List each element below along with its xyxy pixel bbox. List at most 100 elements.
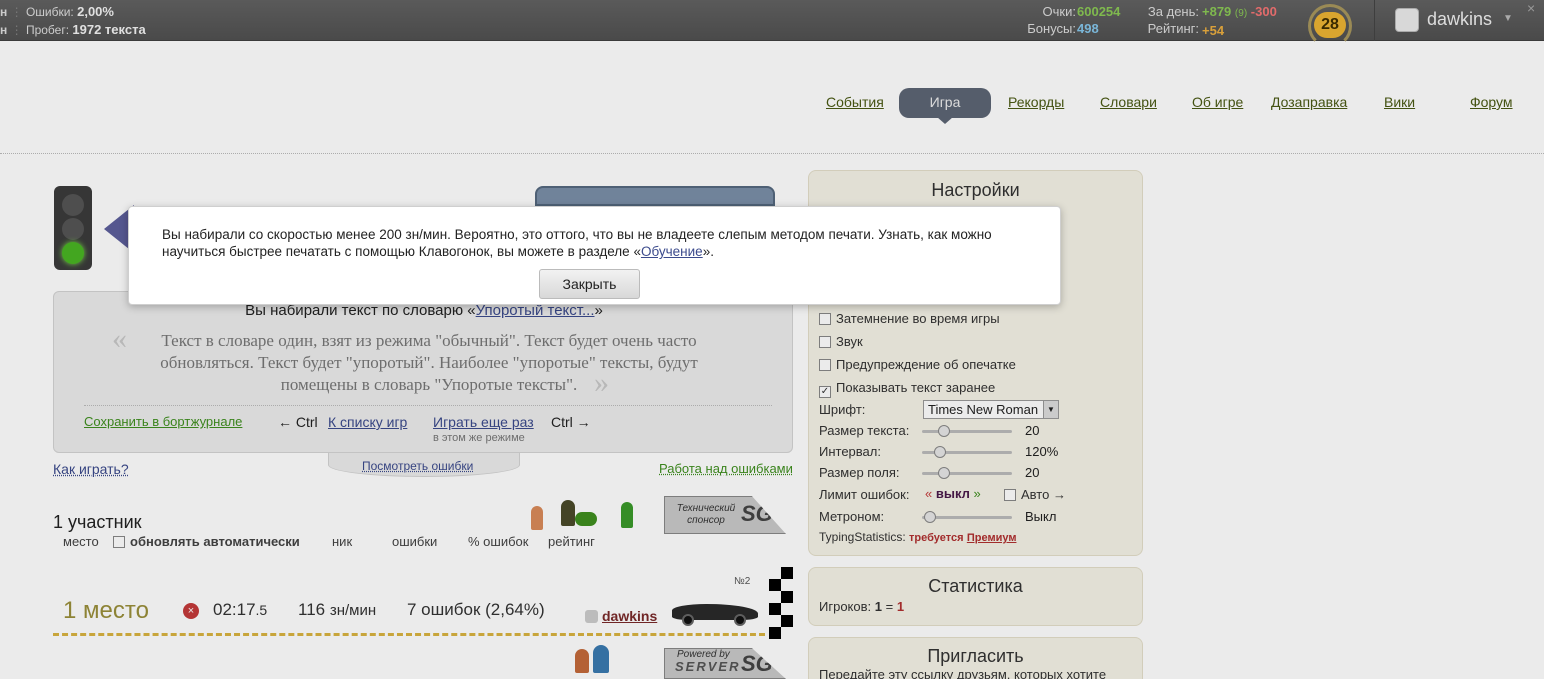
font-select[interactable]: Times New Roman ▼: [923, 400, 1059, 419]
people-icon: [575, 645, 615, 675]
slider-handle[interactable]: [938, 467, 950, 479]
dim-checkbox[interactable]: [819, 313, 831, 325]
dictionary-description: Текст в словаре один, взят из режима "об…: [160, 331, 698, 394]
auto-toggle[interactable]: Авто →: [1004, 487, 1066, 502]
nav-item-dictionaries[interactable]: Словари: [1100, 94, 1157, 110]
mileage-label: Пробег:: [25, 23, 70, 37]
chevron-left-icon[interactable]: «: [925, 486, 932, 501]
chevron-down-icon: ▼: [1503, 13, 1513, 24]
nav-item-wiki[interactable]: Вики: [1384, 94, 1415, 110]
result-errors: 7 ошибок (2,64%): [407, 600, 545, 619]
column-errors: ошибки: [392, 534, 438, 549]
result-speed-unit: зн/мин: [329, 602, 377, 619]
players-active: 1: [896, 599, 905, 614]
traffic-light-icon: [54, 186, 92, 270]
rating-label: Рейтинг:: [1147, 21, 1199, 36]
back-to-games-link[interactable]: К списку игр: [328, 414, 407, 430]
metronome-slider[interactable]: [922, 511, 1012, 523]
result-speed-value: 116: [298, 600, 326, 619]
typo-warning-checkbox[interactable]: [819, 359, 831, 371]
slow-speed-dialog: Вы набирали со скоростью менее 200 зн/ми…: [128, 206, 1061, 305]
race-track-line: [53, 633, 765, 636]
close-button[interactable]: Закрыть: [539, 269, 640, 299]
text-size-value: 20: [1025, 423, 1040, 438]
work-on-errors-link[interactable]: Работа над ошибками: [659, 461, 793, 476]
divider: [84, 405, 772, 406]
stat-prefix: н: [0, 5, 8, 19]
stats-title: Статистика: [928, 576, 1023, 596]
participants-count: 1 участник: [53, 512, 142, 532]
show-text-checkbox[interactable]: ✓: [819, 386, 831, 398]
settings-title: Настройки: [931, 180, 1020, 200]
players-count: Игроков: 1 = 1: [819, 599, 904, 614]
field-size-slider[interactable]: [922, 467, 1012, 479]
setting-typo-warning[interactable]: Предупреждение об опечатке: [819, 357, 1016, 372]
chevron-right-icon[interactable]: »: [974, 486, 981, 501]
points-values: 600254 498: [1077, 3, 1120, 37]
bonuses-label: Бонусы:: [1027, 21, 1076, 36]
font-select-value: Times New Roman: [928, 402, 1039, 417]
result-speed: 116 зн/мин: [298, 600, 376, 620]
premium-link[interactable]: Премиум: [967, 532, 1017, 544]
nav-item-forum[interactable]: Форум: [1470, 94, 1513, 110]
player-avatar: [585, 610, 598, 623]
points-value: 600254: [1077, 4, 1121, 19]
sound-checkbox[interactable]: [819, 336, 831, 348]
car-icon: [668, 598, 760, 626]
nav-item-records[interactable]: Рекорды: [1008, 94, 1064, 110]
profile-stats: н ⋮ Ошибки: 2,00% н ⋮ Пробег: 1972 текст…: [0, 4, 146, 37]
per-day-minus: -300: [1250, 4, 1277, 19]
mileage-value: 1972 текста: [72, 22, 146, 37]
dim-label: Затемнение во время игры: [836, 311, 1000, 326]
dialog-message-end: ».: [702, 244, 714, 259]
column-nick: ник: [332, 534, 353, 549]
nav-item-about[interactable]: Об игре: [1192, 94, 1243, 110]
play-again-link[interactable]: Играть еще раз: [433, 414, 534, 430]
invite-text: Передайте эту ссылку друзьям, которых хо…: [819, 667, 1107, 679]
how-to-play-link[interactable]: Как играть?: [53, 461, 129, 477]
level-badge[interactable]: 28: [1306, 2, 1354, 48]
slider-handle[interactable]: [934, 446, 946, 458]
view-errors-link[interactable]: Посмотреть ошибки: [362, 459, 473, 473]
auto-update-label: обновлять автоматически: [130, 534, 300, 549]
close-icon[interactable]: ×: [1527, 0, 1535, 16]
auto-update-checkbox[interactable]: [113, 536, 125, 548]
metronome-value: Выкл: [1025, 509, 1057, 524]
cancel-icon: ×: [183, 603, 199, 619]
text-size-slider[interactable]: [922, 425, 1012, 437]
user-menu[interactable]: dawkins ▼: [1374, 0, 1544, 41]
people-icon: [527, 496, 637, 532]
day-values: +879 (9) -300 +54: [1202, 3, 1277, 39]
interval-value: 120%: [1025, 444, 1059, 459]
nav-item-game[interactable]: Игра: [899, 88, 991, 124]
server-sponsor-badge[interactable]: Powered by SERVER SG: [664, 648, 786, 679]
nav-item-events[interactable]: События: [826, 94, 884, 110]
training-link[interactable]: Обучение: [641, 244, 703, 259]
setting-sound[interactable]: Звук: [819, 334, 863, 349]
result-time: 02:17.5: [213, 600, 267, 620]
slider-handle[interactable]: [938, 425, 950, 437]
avatar: [1395, 8, 1419, 32]
auto-update-toggle[interactable]: обновлять автоматически: [113, 534, 300, 549]
typing-stats: TypingStatistics: требуется Премиум: [819, 530, 1016, 544]
field-size-label: Размер поля:: [819, 465, 900, 480]
setting-show-text-early[interactable]: ✓ Показывать текст заранее: [819, 380, 995, 398]
per-day-plus: +879: [1202, 4, 1232, 19]
error-limit-label: Лимит ошибок:: [819, 487, 910, 502]
players-eq: =: [885, 599, 894, 614]
slider-handle[interactable]: [924, 511, 936, 523]
interval-slider[interactable]: [922, 446, 1012, 458]
error-limit-value: выкл: [935, 486, 970, 501]
error-limit-control[interactable]: « выкл »: [925, 486, 981, 501]
save-to-logbook-link[interactable]: Сохранить в бортжурнале: [84, 414, 242, 429]
setting-dim-during-game[interactable]: Затемнение во время игры: [819, 311, 1000, 326]
text-size-label: Размер текста:: [819, 423, 910, 438]
result-place: 1 место: [63, 597, 149, 624]
auto-checkbox[interactable]: [1004, 489, 1016, 501]
tech-sponsor-badge[interactable]: Технический спонсор SG: [664, 496, 786, 534]
errors-value: 2,00%: [77, 4, 114, 19]
nav-item-refuel[interactable]: Дозаправка: [1271, 94, 1347, 110]
show-text-label: Показывать текст заранее: [836, 380, 996, 395]
player-name-link[interactable]: dawkins: [602, 608, 657, 624]
stat-prefix: н: [0, 23, 8, 37]
